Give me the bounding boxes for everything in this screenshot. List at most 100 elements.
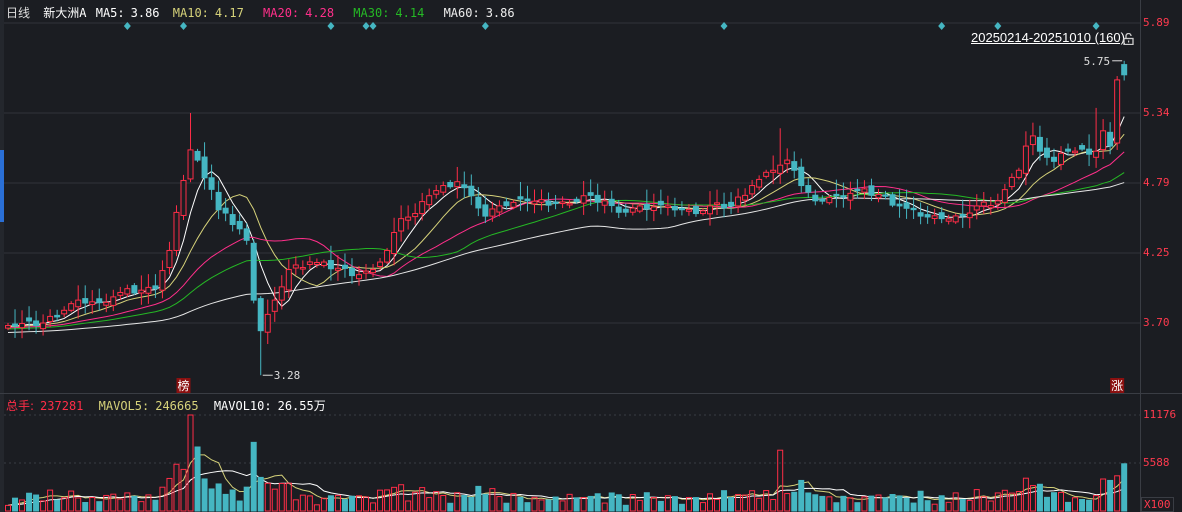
candle-body bbox=[931, 215, 938, 219]
volume-bar bbox=[306, 495, 313, 512]
low-price-label: 3.28 bbox=[274, 369, 301, 382]
candle-up bbox=[187, 112, 194, 183]
volume-bar bbox=[475, 485, 482, 512]
candle-down bbox=[96, 288, 103, 311]
candle-body bbox=[692, 206, 699, 215]
candle-up bbox=[264, 299, 271, 345]
candle-down bbox=[250, 239, 257, 304]
volume-bar bbox=[910, 502, 917, 512]
candle-body bbox=[819, 198, 826, 202]
candle-body bbox=[292, 264, 299, 269]
candle-body bbox=[320, 261, 327, 267]
candle-up bbox=[334, 255, 341, 281]
candle-body bbox=[657, 200, 664, 206]
candle-body bbox=[1114, 79, 1121, 144]
candle-up bbox=[980, 191, 987, 215]
volume-bar bbox=[847, 497, 854, 512]
volume-bar bbox=[236, 500, 243, 512]
candle-body bbox=[987, 205, 994, 209]
candle-body bbox=[475, 196, 482, 209]
ma10-value: 4.17 bbox=[214, 6, 244, 20]
volume-bar bbox=[1107, 479, 1114, 512]
candle-up bbox=[89, 290, 96, 314]
candle-up bbox=[271, 286, 278, 322]
candle-up bbox=[1093, 107, 1100, 168]
candle-body bbox=[405, 216, 412, 221]
candle-up bbox=[966, 199, 973, 229]
total-volume-value: 237281 bbox=[40, 399, 84, 413]
volume-bar bbox=[285, 482, 292, 512]
candle-body bbox=[440, 185, 447, 193]
volume-bar bbox=[601, 502, 608, 512]
volume-bar bbox=[671, 496, 678, 512]
volume-bar bbox=[1114, 475, 1121, 512]
volume-bar bbox=[482, 493, 489, 512]
date-range-link[interactable]: 20250214-20251010 (160) bbox=[971, 30, 1125, 45]
candle-down bbox=[1079, 143, 1086, 152]
candle-body bbox=[306, 261, 313, 265]
candle-up bbox=[699, 208, 706, 216]
candle-body bbox=[40, 322, 47, 330]
volume-bar bbox=[714, 498, 721, 512]
candle-up bbox=[306, 256, 313, 269]
candle-body bbox=[222, 207, 229, 214]
volume-bar bbox=[33, 494, 40, 512]
volume-bar bbox=[1036, 483, 1043, 512]
candle-up bbox=[763, 169, 770, 179]
candle-up bbox=[742, 188, 749, 206]
lock-open-icon[interactable] bbox=[1123, 33, 1134, 45]
tag-zhang: 涨 bbox=[1111, 378, 1123, 393]
candle-up bbox=[847, 181, 854, 210]
candle-down bbox=[208, 164, 215, 200]
candle-body bbox=[1001, 189, 1008, 203]
candle-body bbox=[1036, 136, 1043, 152]
volume-bar bbox=[692, 497, 699, 512]
candle-body bbox=[566, 202, 573, 206]
volume-bar bbox=[882, 497, 889, 512]
volume-bar bbox=[868, 495, 875, 512]
volume-bar bbox=[819, 495, 826, 512]
candle-down bbox=[468, 174, 475, 206]
candle-body bbox=[1079, 145, 1086, 150]
candle-body bbox=[1100, 130, 1107, 151]
candle-body bbox=[903, 202, 910, 209]
candle-body bbox=[664, 205, 671, 208]
volume-bar bbox=[391, 486, 398, 512]
volume-bar bbox=[552, 496, 559, 512]
candle-body bbox=[1022, 145, 1029, 174]
volume-bar bbox=[229, 489, 236, 512]
volume-bar bbox=[973, 489, 980, 512]
volume-bar bbox=[412, 491, 419, 512]
candle-body bbox=[187, 149, 194, 180]
volume-bar bbox=[657, 500, 664, 512]
volume-bar bbox=[124, 492, 131, 512]
candle-down bbox=[1121, 60, 1128, 81]
candle-up bbox=[1114, 76, 1121, 150]
candle-body bbox=[454, 181, 461, 188]
candle-body bbox=[12, 323, 19, 327]
volume-bar bbox=[208, 488, 215, 512]
candle-up bbox=[398, 205, 405, 242]
candle-body bbox=[945, 218, 952, 222]
volume-bar bbox=[447, 502, 454, 512]
candle-body bbox=[629, 207, 636, 213]
tag-bang: 榜 bbox=[177, 378, 189, 393]
candle-down bbox=[805, 178, 812, 198]
volume-bar bbox=[370, 502, 377, 512]
ma20-label: MA20: bbox=[263, 6, 300, 20]
volume-bar bbox=[938, 495, 945, 512]
kline-chart[interactable]: 3.28 5.75 榜 涨 bbox=[0, 0, 1182, 512]
mavol5-value: 246665 bbox=[155, 399, 199, 413]
candle-up bbox=[650, 193, 657, 222]
candle-body bbox=[26, 317, 33, 322]
ma60-value: 3.86 bbox=[485, 6, 515, 20]
candle-body bbox=[173, 211, 180, 251]
candle-body bbox=[447, 181, 454, 188]
period-label: 日线 bbox=[6, 6, 31, 20]
volume-bar bbox=[82, 501, 89, 512]
volume-bar bbox=[440, 494, 447, 512]
volume-bar bbox=[461, 495, 468, 512]
candle-body bbox=[531, 200, 538, 205]
candle-body bbox=[980, 201, 987, 207]
volume-bar bbox=[559, 500, 566, 512]
